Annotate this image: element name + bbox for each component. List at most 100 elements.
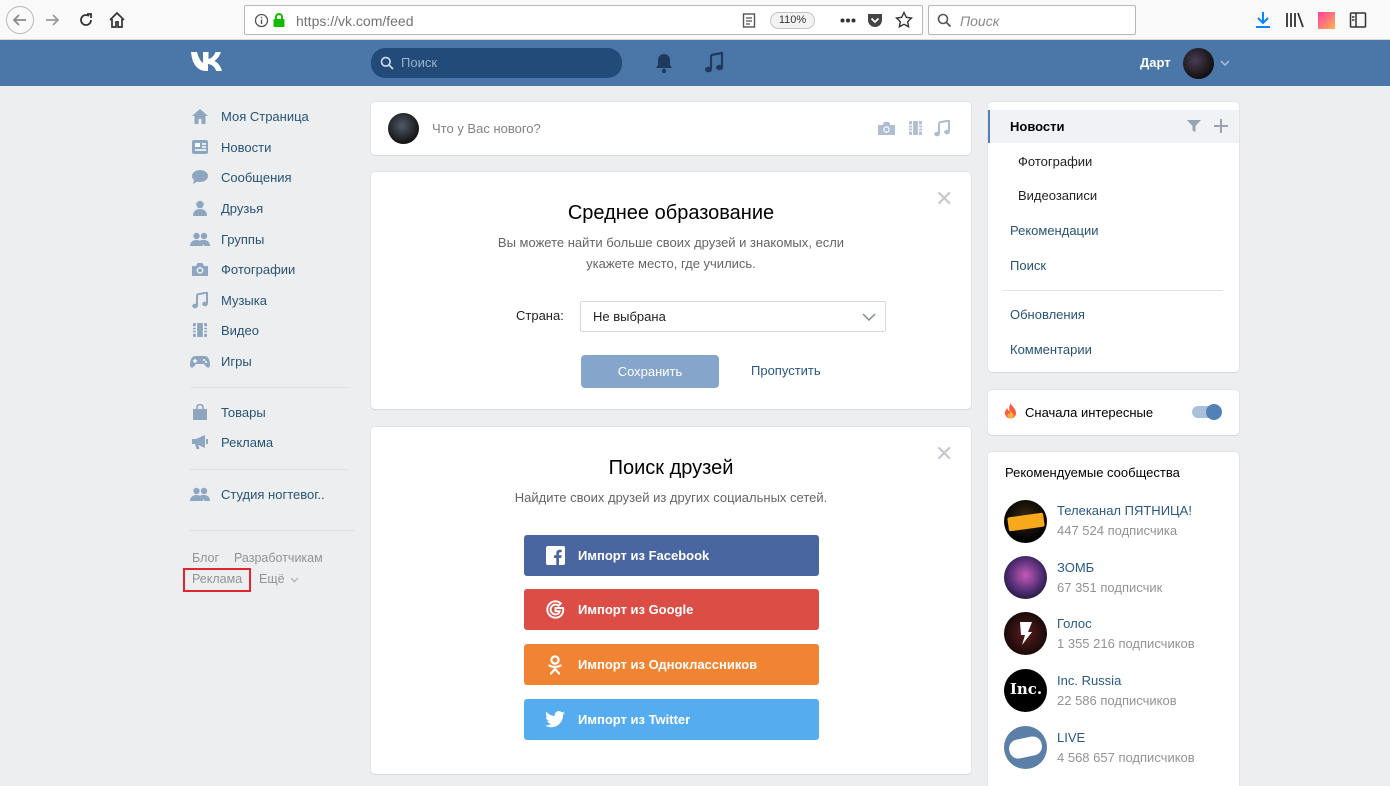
music-icon: [190, 291, 210, 309]
sidebar-item-news[interactable]: Новости: [190, 134, 271, 160]
sidebar-item-label: Друзья: [221, 200, 264, 216]
community-subscribers: 447 524 подписчика: [1057, 523, 1178, 538]
sidebar-item-label: Реклама: [221, 434, 274, 450]
sidebar-item-my-page[interactable]: Моя Страница: [190, 103, 309, 129]
browser-search-placeholder: Поиск: [960, 13, 1000, 29]
fire-icon: [1005, 403, 1016, 419]
group-icon: [190, 485, 210, 503]
menu-item-photos[interactable]: Фотографии: [1018, 154, 1092, 169]
attach-music-icon[interactable]: [934, 120, 950, 137]
attach-video-icon[interactable]: [908, 120, 923, 136]
sidebar-item-groups[interactable]: Группы: [190, 226, 264, 252]
more-actions-icon[interactable]: [840, 18, 856, 23]
toggle-knob: [1206, 404, 1222, 420]
downloads-icon[interactable]: [1255, 11, 1271, 29]
back-button[interactable]: [6, 6, 34, 34]
sidebar-item-music[interactable]: Музыка: [190, 287, 267, 313]
import-odnoklassniki-label: Импорт из Одноклассников: [578, 657, 758, 672]
footer-link-blog[interactable]: Блог: [192, 551, 219, 565]
header-avatar[interactable]: [1183, 48, 1214, 79]
menu-item-videos[interactable]: Видеозаписи: [1018, 188, 1097, 203]
reload-button[interactable]: [72, 6, 100, 34]
sidebar-item-ads[interactable]: Реклама: [190, 429, 273, 455]
menu-item-updates[interactable]: Обновления: [1010, 307, 1085, 322]
info-icon[interactable]: [254, 13, 269, 28]
education-title: Среднее образование: [567, 202, 775, 224]
country-select[interactable]: Не выбрана: [580, 301, 886, 332]
community-avatar[interactable]: [1004, 726, 1047, 769]
pocket-icon[interactable]: [867, 12, 883, 29]
import-odnoklassniki-button[interactable]: Импорт из Одноклассников: [524, 644, 819, 685]
sidebar-item-friends[interactable]: Друзья: [190, 195, 263, 221]
library-icon[interactable]: [1285, 11, 1305, 29]
bookmark-star-icon[interactable]: [895, 11, 913, 29]
footer-link-more[interactable]: Ещё: [259, 572, 285, 586]
menu-item-recommendations[interactable]: Рекомендации: [1010, 223, 1099, 238]
home-button[interactable]: [103, 6, 131, 34]
header-username[interactable]: Дарт: [1140, 55, 1171, 70]
sidebar-item-label: Видео: [221, 322, 259, 338]
plus-icon[interactable]: [1214, 119, 1228, 133]
live-logo-icon: [1007, 734, 1044, 761]
save-button[interactable]: Сохранить: [581, 355, 719, 388]
news-icon: [190, 138, 210, 156]
community-avatar[interactable]: [1004, 612, 1047, 655]
footer-link-ads[interactable]: Реклама: [192, 572, 242, 586]
community-subscribers: 4 568 657 подписчиков: [1057, 750, 1195, 765]
community-avatar[interactable]: [1004, 500, 1047, 543]
browser-search-field[interactable]: Поиск: [928, 5, 1136, 35]
sidebar-item-community[interactable]: Студия ногтевог..: [190, 481, 325, 507]
sidebar-item-video[interactable]: Видео: [190, 317, 259, 343]
groups-icon: [190, 230, 210, 248]
address-bar[interactable]: https://vk.com/feed 110%: [244, 5, 923, 35]
new-post-placeholder[interactable]: Что у Вас нового?: [432, 121, 541, 136]
recommended-title: Рекомендуемые сообщества: [1005, 465, 1180, 480]
notifications-bell-icon[interactable]: [654, 52, 674, 74]
import-google-label: Импорт из Google: [578, 602, 694, 617]
music-player-icon[interactable]: [704, 52, 724, 74]
sidebar-item-label: Новости: [221, 139, 272, 155]
sidebar-toggle-icon[interactable]: [1349, 11, 1367, 29]
sidebar-item-label: Музыка: [221, 292, 267, 308]
vk-search-input[interactable]: Поиск: [371, 48, 622, 78]
sidebar-item-games[interactable]: Игры: [190, 348, 252, 374]
sidebar-item-label: Студия ногтевог..: [221, 486, 325, 502]
community-name[interactable]: LIVE: [1057, 730, 1085, 745]
menu-item-comments[interactable]: Комментарии: [1010, 342, 1092, 357]
footer-link-developers[interactable]: Разработчикам: [234, 551, 323, 565]
url-text[interactable]: https://vk.com/feed: [296, 13, 414, 29]
skip-button[interactable]: Пропустить: [751, 363, 821, 378]
community-name[interactable]: Inc. Russia: [1057, 673, 1121, 688]
extension-icon[interactable]: [1318, 12, 1335, 29]
find-friends-title: Поиск друзей: [608, 457, 734, 479]
user-avatar[interactable]: [388, 113, 419, 144]
import-google-button[interactable]: Импорт из Google: [524, 589, 819, 630]
menu-item-search[interactable]: Поиск: [1010, 258, 1046, 273]
games-icon: [190, 352, 210, 370]
sidebar-item-photos[interactable]: Фотографии: [190, 256, 295, 282]
chevron-down-icon[interactable]: [1220, 60, 1230, 66]
twitter-icon: [545, 710, 565, 730]
import-twitter-button[interactable]: Импорт из Twitter: [524, 699, 819, 740]
find-friends-subtitle: Найдите своих друзей из других социальны…: [514, 490, 828, 505]
sidebar-item-messages[interactable]: Сообщения: [190, 164, 292, 190]
community-name[interactable]: Голос: [1057, 616, 1092, 631]
vk-logo-icon[interactable]: [191, 50, 228, 73]
chevron-down-icon[interactable]: [290, 577, 299, 583]
community-avatar[interactable]: Inc.: [1004, 669, 1047, 712]
reader-view-icon[interactable]: [742, 13, 756, 28]
community-name[interactable]: Телеканал ПЯТНИЦА!: [1057, 503, 1192, 518]
sidebar-item-label: Сообщения: [221, 169, 292, 185]
sidebar-item-goods[interactable]: Товары: [190, 399, 266, 425]
import-facebook-button[interactable]: Импорт из Facebook: [524, 535, 819, 576]
community-name[interactable]: ЗОМБ: [1057, 560, 1094, 575]
zoom-indicator[interactable]: 110%: [770, 12, 815, 29]
menu-item-news[interactable]: Новости: [1010, 119, 1065, 134]
browser-toolbar: https://vk.com/feed 110% Поиск: [0, 0, 1390, 40]
attach-photo-icon[interactable]: [877, 121, 896, 136]
forward-button[interactable]: [38, 6, 66, 34]
filter-icon[interactable]: [1187, 120, 1201, 133]
interesting-first-toggle[interactable]: [1192, 404, 1222, 420]
home-icon: [109, 11, 125, 28]
community-avatar[interactable]: [1004, 556, 1047, 599]
